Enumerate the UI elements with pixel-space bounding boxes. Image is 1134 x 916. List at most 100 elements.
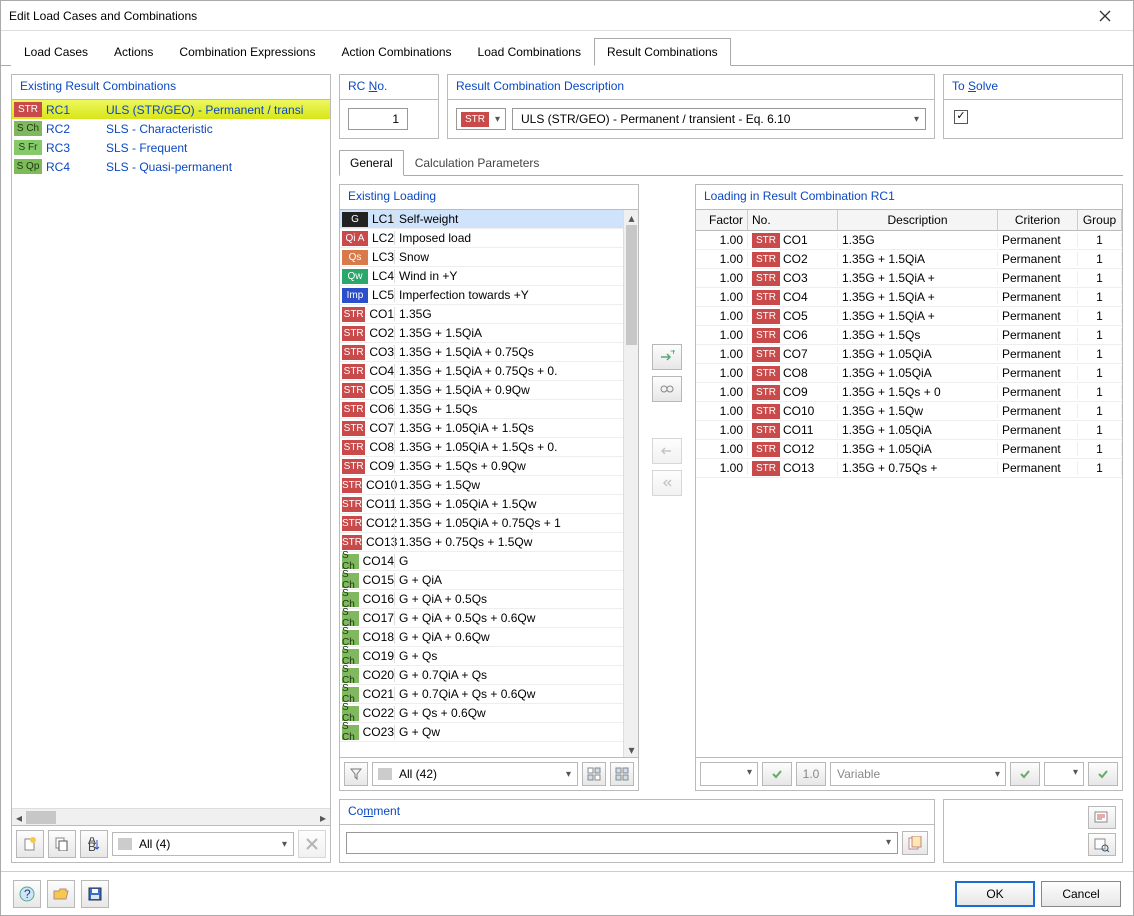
rc-row[interactable]: S ChRC2SLS - Characteristic — [12, 119, 330, 138]
rc-row[interactable]: S QpRC4SLS - Quasi-permanent — [12, 157, 330, 176]
rc-table-body[interactable]: 1.00STRCO11.35GPermanent11.00STRCO21.35G… — [696, 231, 1122, 757]
loading-row[interactable]: STRCO11.35G — [340, 305, 623, 324]
add-link-button[interactable] — [652, 376, 682, 402]
loading-row[interactable]: STRCO71.35G + 1.05QiA + 1.5Qs — [340, 419, 623, 438]
tab-actions[interactable]: Actions — [101, 38, 166, 66]
save-button[interactable] — [81, 880, 109, 908]
new-button[interactable] — [16, 830, 44, 858]
loading-row[interactable]: S ChCO20G + 0.7QiA + Qs — [340, 666, 623, 685]
loading-row[interactable]: STRCO121.35G + 1.05QiA + 0.75Qs + 1 — [340, 514, 623, 533]
loading-row[interactable]: GLC1Self-weight — [340, 210, 623, 229]
rc-table-row[interactable]: 1.00STRCO91.35G + 1.5Qs + 0Permanent1 — [696, 383, 1122, 402]
loading-row[interactable]: S ChCO21G + 0.7QiA + Qs + 0.6Qw — [340, 685, 623, 704]
loading-row[interactable]: S ChCO22G + Qs + 0.6Qw — [340, 704, 623, 723]
filter-button[interactable] — [344, 762, 368, 786]
loading-row[interactable]: S ChCO14G — [340, 552, 623, 571]
loading-row[interactable]: S ChCO16G + QiA + 0.5Qs — [340, 590, 623, 609]
rc-table-row[interactable]: 1.00STRCO121.35G + 1.05QiAPermanent1 — [696, 440, 1122, 459]
loading-row[interactable]: STRCO101.35G + 1.5Qw — [340, 476, 623, 495]
filter-combo[interactable]: All (4) — [112, 832, 294, 856]
loading-row[interactable]: QwLC4Wind in +Y — [340, 267, 623, 286]
preview-button[interactable] — [1088, 833, 1116, 856]
vertical-scrollbar[interactable]: ▴ ▾ — [623, 210, 638, 757]
loading-row[interactable]: STRCO131.35G + 0.75Qs + 1.5Qw — [340, 533, 623, 552]
factor-input[interactable] — [700, 762, 758, 786]
loading-filter-combo[interactable]: All (42) — [372, 762, 578, 786]
rc-list[interactable]: STRRC1ULS (STR/GEO) - Permanent / transi… — [12, 100, 330, 808]
rc-table-row[interactable]: 1.00STRCO101.35G + 1.5QwPermanent1 — [696, 402, 1122, 421]
criterion-combo[interactable]: Variable — [830, 762, 1006, 786]
scroll-thumb[interactable] — [626, 225, 637, 345]
rc-no-input[interactable]: 1 — [348, 108, 408, 130]
close-button[interactable] — [1085, 2, 1125, 30]
subtab-calculation-parameters[interactable]: Calculation Parameters — [404, 150, 551, 176]
scroll-thumb[interactable] — [26, 811, 56, 824]
loading-row[interactable]: Qi ALC2Imposed load — [340, 229, 623, 248]
rc-desc: ULS (STR/GEO) - Permanent / transi — [106, 103, 330, 117]
remove-one-button[interactable] — [652, 438, 682, 464]
horizontal-scrollbar[interactable]: ◂ ▸ — [12, 808, 330, 825]
rc-table-row[interactable]: 1.00STRCO51.35G + 1.5QiA +Permanent1 — [696, 307, 1122, 326]
rc-table-row[interactable]: 1.00STRCO61.35G + 1.5QsPermanent1 — [696, 326, 1122, 345]
loading-row[interactable]: STRCO111.35G + 1.05QiA + 1.5Qw — [340, 495, 623, 514]
loading-row[interactable]: QsLC3Snow — [340, 248, 623, 267]
loading-row[interactable]: S ChCO15G + QiA — [340, 571, 623, 590]
ok-button[interactable]: OK — [955, 881, 1035, 907]
loading-row[interactable]: S ChCO19G + Qs — [340, 647, 623, 666]
rc-table-row[interactable]: 1.00STRCO11.35GPermanent1 — [696, 231, 1122, 250]
remove-all-button[interactable] — [652, 470, 682, 496]
loading-text: 1.35G + 1.5Qw — [394, 478, 623, 492]
select-multi-button[interactable] — [582, 762, 606, 786]
add-one-button[interactable]: + — [652, 344, 682, 370]
tab-load-cases[interactable]: Load Cases — [11, 38, 101, 66]
loading-row[interactable]: STRCO31.35G + 1.5QiA + 0.75Qs — [340, 343, 623, 362]
existing-loading-list[interactable]: GLC1Self-weightQi ALC2Imposed loadQsLC3S… — [340, 210, 623, 757]
solve-checkbox[interactable]: ✓ — [954, 110, 968, 124]
rc-row[interactable]: S FrRC3SLS - Frequent — [12, 138, 330, 157]
ds-badge-combo[interactable]: STR — [456, 108, 506, 130]
scroll-down-icon[interactable]: ▾ — [624, 742, 639, 757]
ds-text-combo[interactable]: ULS (STR/GEO) - Permanent / transient - … — [512, 108, 926, 130]
apply-group-button[interactable] — [1088, 762, 1118, 786]
rc-row[interactable]: STRRC1ULS (STR/GEO) - Permanent / transi — [12, 100, 330, 119]
tab-combination-expressions[interactable]: Combination Expressions — [166, 38, 328, 66]
sort-button[interactable]: AB — [80, 830, 108, 858]
help-button[interactable]: ? — [13, 880, 41, 908]
scroll-up-icon[interactable]: ▴ — [624, 210, 639, 225]
loading-row[interactable]: S ChCO17G + QiA + 0.5Qs + 0.6Qw — [340, 609, 623, 628]
loading-row[interactable]: S ChCO23G + Qw — [340, 723, 623, 742]
group-input[interactable] — [1044, 762, 1084, 786]
delete-button[interactable] — [298, 830, 326, 858]
open-button[interactable] — [47, 880, 75, 908]
select-all-button[interactable] — [610, 762, 634, 786]
tab-action-combinations[interactable]: Action Combinations — [328, 38, 464, 66]
loading-row[interactable]: S ChCO18G + QiA + 0.6Qw — [340, 628, 623, 647]
rc-table-row[interactable]: 1.00STRCO81.35G + 1.05QiAPermanent1 — [696, 364, 1122, 383]
loading-row[interactable]: STRCO61.35G + 1.5Qs — [340, 400, 623, 419]
rc-table-row[interactable]: 1.00STRCO131.35G + 0.75Qs +Permanent1 — [696, 459, 1122, 478]
cell-no: STRCO9 — [748, 385, 838, 400]
rc-table-row[interactable]: 1.00STRCO71.35G + 1.05QiAPermanent1 — [696, 345, 1122, 364]
comment-input[interactable] — [346, 832, 898, 854]
comment-library-button[interactable] — [902, 831, 928, 855]
apply-criterion-button[interactable] — [1010, 762, 1040, 786]
scroll-left-arrow[interactable]: ◂ — [12, 809, 26, 826]
rc-table-row[interactable]: 1.00STRCO21.35G + 1.5QiAPermanent1 — [696, 250, 1122, 269]
subtab-general[interactable]: General — [339, 150, 404, 176]
copy-button[interactable] — [48, 830, 76, 858]
cancel-button[interactable]: Cancel — [1041, 881, 1121, 907]
loading-row[interactable]: STRCO91.35G + 1.5Qs + 0.9Qw — [340, 457, 623, 476]
tab-load-combinations[interactable]: Load Combinations — [465, 38, 594, 66]
rc-table-row[interactable]: 1.00STRCO41.35G + 1.5QiA +Permanent1 — [696, 288, 1122, 307]
rc-table-row[interactable]: 1.00STRCO31.35G + 1.5QiA +Permanent1 — [696, 269, 1122, 288]
loading-row[interactable]: STRCO41.35G + 1.5QiA + 0.75Qs + 0. — [340, 362, 623, 381]
loading-row[interactable]: STRCO81.35G + 1.05QiA + 1.5Qs + 0. — [340, 438, 623, 457]
tab-result-combinations[interactable]: Result Combinations — [594, 38, 731, 66]
details-button[interactable] — [1088, 806, 1116, 829]
rc-table-row[interactable]: 1.00STRCO111.35G + 1.05QiAPermanent1 — [696, 421, 1122, 440]
apply-factor-button[interactable] — [762, 762, 792, 786]
loading-row[interactable]: STRCO21.35G + 1.5QiA — [340, 324, 623, 343]
scroll-right-arrow[interactable]: ▸ — [316, 809, 330, 826]
loading-row[interactable]: STRCO51.35G + 1.5QiA + 0.9Qw — [340, 381, 623, 400]
loading-row[interactable]: ImpLC5Imperfection towards +Y — [340, 286, 623, 305]
